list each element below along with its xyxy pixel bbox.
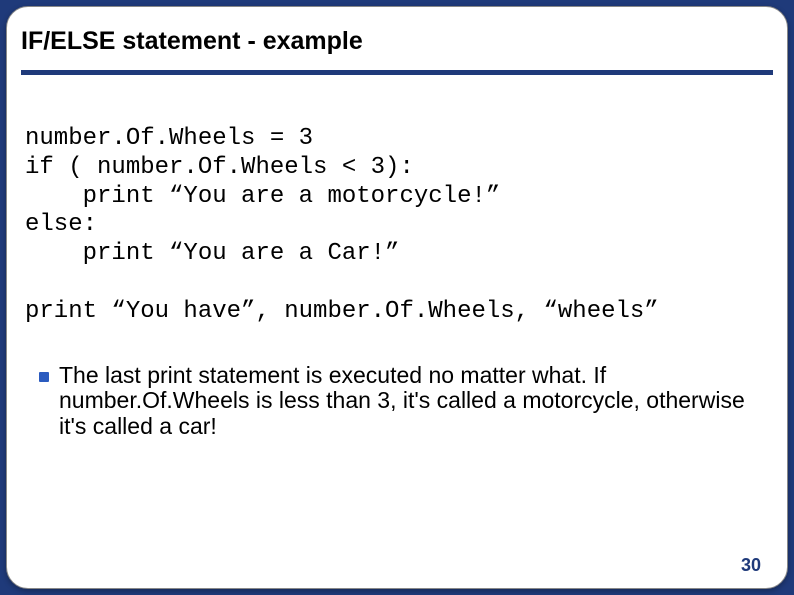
slide-frame: IF/ELSE statement - example number.Of.Wh… xyxy=(6,6,788,589)
content-area: number.Of.Wheels = 3 if ( number.Of.Whee… xyxy=(7,85,787,440)
body-text: The last print statement is executed no … xyxy=(59,363,759,440)
page-number: 30 xyxy=(741,555,761,576)
code-block: number.Of.Wheels = 3 if ( number.Of.Whee… xyxy=(25,125,769,327)
slide-title: IF/ELSE statement - example xyxy=(21,27,773,56)
title-area: IF/ELSE statement - example xyxy=(7,7,787,85)
bullet-icon xyxy=(39,372,49,382)
title-divider xyxy=(21,70,773,75)
body-block: The last print statement is executed no … xyxy=(25,363,769,440)
